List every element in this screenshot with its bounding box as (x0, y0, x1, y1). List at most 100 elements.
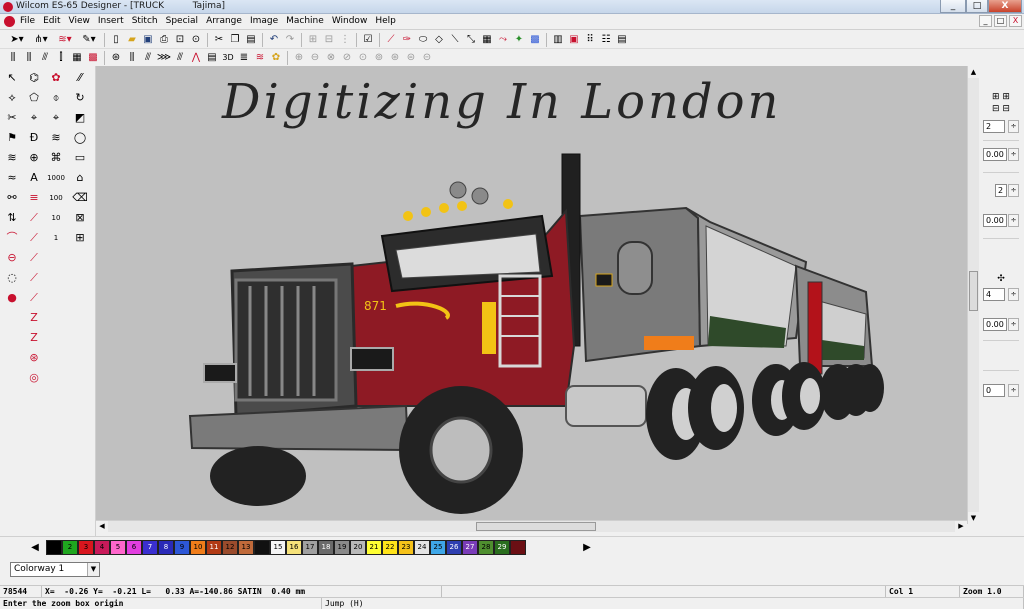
color-swatch[interactable]: 24 (414, 540, 430, 555)
toolbox-tool-icon[interactable]: A (26, 170, 42, 186)
tatami-icon[interactable]: ▦ (70, 51, 84, 65)
param-field-4[interactable]: 0.00 (983, 214, 1007, 227)
toolbox-tool-icon[interactable]: ✂ (4, 110, 20, 126)
toolbox-tool-icon[interactable]: ≈ (4, 170, 20, 186)
toolbox-tool-icon[interactable]: ● (4, 290, 20, 306)
toolbox-tool-icon[interactable]: ⟋ (26, 270, 42, 286)
cross-stitch-icon[interactable]: ⫻ (141, 51, 155, 65)
motif-icon[interactable]: ▩ (86, 51, 100, 65)
embossed-icon[interactable]: ≣ (237, 51, 251, 65)
menu-view[interactable]: View (69, 16, 90, 26)
vertical-scrollbar[interactable]: ▲ ▼ (967, 66, 979, 524)
pattern-icon[interactable]: ⊛ (109, 51, 123, 65)
fill-tool-icon[interactable]: ≋▾ (54, 33, 76, 47)
color-swatch[interactable] (46, 540, 62, 555)
brush-icon[interactable]: ✑ (400, 33, 414, 47)
3d-icon[interactable]: 3D (221, 51, 235, 65)
toolbox-tool-icon[interactable]: ⬠ (26, 90, 42, 106)
color-swatch[interactable]: 26 (446, 540, 462, 555)
menu-machine[interactable]: Machine (286, 16, 324, 26)
param-field-2[interactable]: 0.00 (983, 148, 1007, 161)
menu-window[interactable]: Window (332, 16, 368, 26)
color-swatch[interactable]: 7 (142, 540, 158, 555)
toolbox-tool-icon[interactable]: ◩ (72, 110, 88, 126)
paste-icon[interactable]: ▤ (244, 33, 258, 47)
param-spin-2[interactable]: ÷ (1008, 148, 1019, 161)
mdi-close-button[interactable]: X (1009, 15, 1022, 27)
toolbox-tool-icon[interactable]: ⚯ (4, 190, 20, 206)
toolbox-tool-icon[interactable]: ⌫ (72, 190, 88, 206)
toolbox-tool-icon[interactable]: ⟡ (4, 90, 20, 106)
toolbox-tool-icon[interactable]: 1 (48, 230, 64, 246)
fan-icon[interactable]: ⫻ (173, 51, 187, 65)
color-swatch[interactable]: 18 (318, 540, 334, 555)
vertical-scroll-thumb[interactable] (969, 271, 978, 311)
color-swatch[interactable]: 21 (366, 540, 382, 555)
toolbox-tool-icon[interactable]: ◯ (72, 130, 88, 146)
gradient-icon[interactable]: ⊚ (372, 51, 386, 65)
corner-icon[interactable]: ⊕ (292, 51, 306, 65)
pen-icon[interactable]: ✎▾ (78, 33, 100, 47)
shape-fill-icon[interactable]: ▤ (205, 51, 219, 65)
param-spin-7[interactable]: ÷ (1008, 384, 1019, 397)
chain-icon[interactable]: ⊖ (308, 51, 322, 65)
param-spin-6[interactable]: ÷ (1008, 318, 1019, 331)
sequin-icon[interactable]: ✿ (269, 51, 283, 65)
toolbox-tool-icon[interactable]: ⚑ (4, 130, 20, 146)
toolbox-tool-icon[interactable]: ↻ (72, 90, 88, 106)
colorway-select[interactable]: Colorway 1 ▼ (10, 562, 100, 577)
color-swatch[interactable] (254, 540, 270, 555)
column-icon[interactable]: ⫿ (54, 51, 68, 65)
color-swatch[interactable]: 15 (270, 540, 286, 555)
toolbox-tool-icon[interactable]: ◌ (4, 270, 20, 286)
toolbox-tool-icon[interactable]: ⟋ (26, 230, 42, 246)
cut-icon[interactable]: ✂ (212, 33, 226, 47)
toolbox-tool-icon[interactable]: 10 (48, 210, 64, 226)
options-icon[interactable]: ▤ (615, 33, 629, 47)
options-icon[interactable]: ☷ (599, 33, 613, 47)
param-spin-4[interactable]: ÷ (1008, 214, 1019, 227)
color-swatch[interactable]: 19 (334, 540, 350, 555)
color-swatch[interactable]: 5 (110, 540, 126, 555)
open-folder-icon[interactable]: ▰ (125, 33, 139, 47)
scroll-down-icon[interactable]: ▼ (968, 512, 979, 524)
color-swatch[interactable]: 22 (382, 540, 398, 555)
color-swatch[interactable]: 10 (190, 540, 206, 555)
new-file-icon[interactable]: ▯ (109, 33, 123, 47)
toolbox-tool-icon[interactable]: ⊞ (72, 230, 88, 246)
offset-icon[interactable]: ⊛ (388, 51, 402, 65)
color-swatch[interactable]: 3 (78, 540, 94, 555)
toolbox-tool-icon[interactable]: ⊕ (26, 150, 42, 166)
color-swatch[interactable]: 4 (94, 540, 110, 555)
menu-image[interactable]: Image (250, 16, 278, 26)
param-field-6[interactable]: 0.00 (983, 318, 1007, 331)
param-field-7[interactable]: 0 (983, 384, 1005, 397)
toolbox-tool-icon[interactable]: ⟋ (26, 290, 42, 306)
toolbox-tool-icon[interactable]: ≡ (26, 190, 42, 206)
horizontal-scrollbar[interactable]: ◀ ▶ (96, 520, 967, 532)
toolbox-tool-icon[interactable]: 1000 (47, 170, 65, 186)
print-preview-icon[interactable]: ⊡ (173, 33, 187, 47)
toolbox-tool-icon[interactable]: Z (26, 330, 42, 346)
toolbox-tool-icon[interactable]: ▭ (72, 150, 88, 166)
toolbox-tool-icon[interactable]: ⌬ (26, 70, 42, 86)
color-swatch[interactable]: 8 (158, 540, 174, 555)
align-icon[interactable]: ⋮ (338, 33, 352, 47)
contour-icon[interactable]: ≋ (253, 51, 267, 65)
undo-icon[interactable]: ↶ (267, 33, 281, 47)
copy-icon[interactable]: ❐ (228, 33, 242, 47)
param-spin-5[interactable]: ÷ (1008, 288, 1019, 301)
color-swatch[interactable]: 25 (430, 540, 446, 555)
thread-icon[interactable]: ⠿ (583, 33, 597, 47)
stipple-icon[interactable]: ⊙ (356, 51, 370, 65)
save-icon[interactable]: ▣ (141, 33, 155, 47)
spacing-icons[interactable]: ⊞ ⊞ (985, 92, 1017, 104)
offset-icon[interactable]: ⊝ (420, 51, 434, 65)
menu-arrange[interactable]: Arrange (206, 16, 242, 26)
dropdown-arrow-icon[interactable]: ▼ (87, 563, 99, 576)
toolbox-tool-icon[interactable]: ⌂ (72, 170, 88, 186)
toolbox-tool-icon[interactable]: ⌘ (48, 150, 64, 166)
palette-icon[interactable]: ▣ (567, 33, 581, 47)
color-swatch[interactable]: 2 (62, 540, 78, 555)
menu-file[interactable]: File (20, 16, 35, 26)
